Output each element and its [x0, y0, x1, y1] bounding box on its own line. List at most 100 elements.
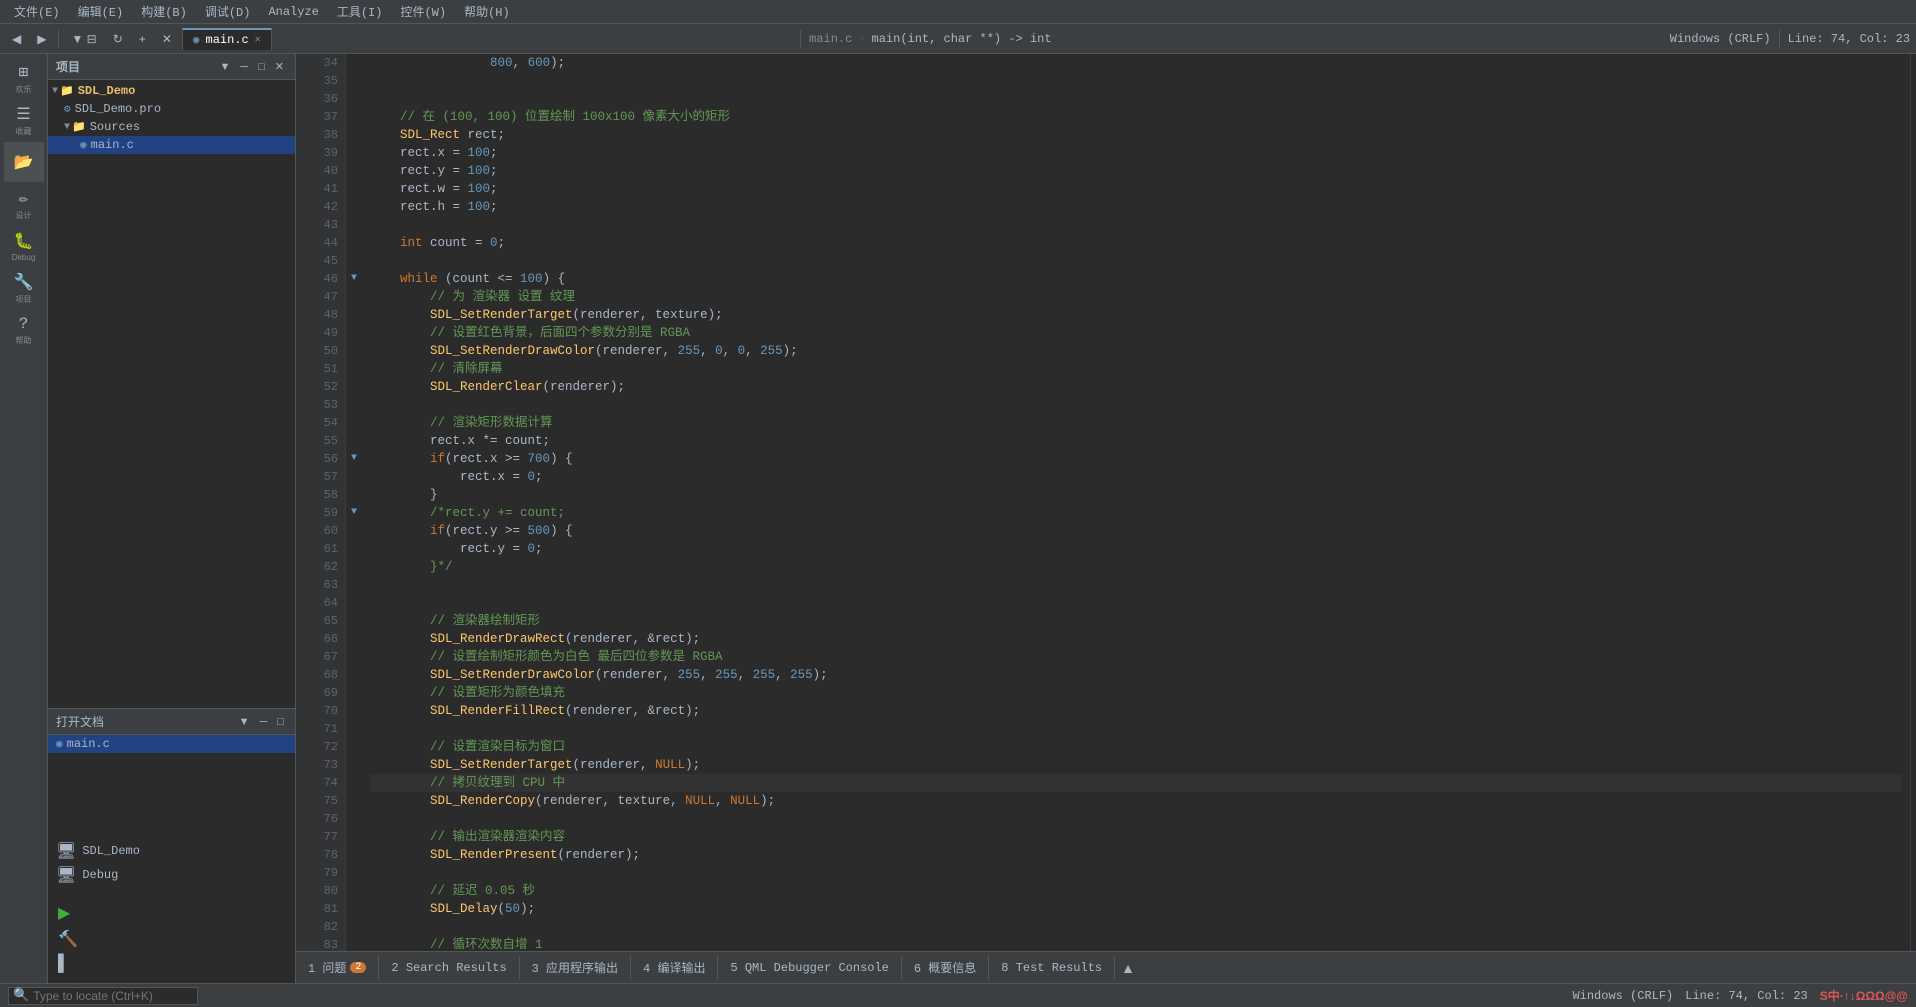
line-number-70[interactable]: 70 [296, 702, 346, 720]
bottom-tab-compile[interactable]: 4 编译输出 [631, 955, 718, 980]
line-number-44[interactable]: 44 [296, 234, 346, 252]
tree-item-main-c[interactable]: ◉ main.c [48, 136, 295, 154]
menu-help[interactable]: 帮助(H) [456, 1, 518, 22]
project-minimize-btn[interactable]: ─ [237, 60, 251, 73]
line-number-34[interactable]: 34 [296, 54, 346, 72]
line-number-63[interactable]: 63 [296, 576, 346, 594]
sidebar-icon-favorites[interactable]: ☰ 收藏 [4, 100, 44, 140]
open-files-maximize-btn[interactable]: □ [274, 716, 287, 728]
fold-indicator-56[interactable]: ▼ [346, 450, 362, 468]
line-number-61[interactable]: 61 [296, 540, 346, 558]
project-maximize-btn[interactable]: □ [255, 60, 268, 73]
sidebar-icon-design[interactable]: ✏ 设计 [4, 184, 44, 224]
bottom-tab-app-output[interactable]: 3 应用程序输出 [520, 955, 631, 980]
menu-file[interactable]: 文件(E) [6, 1, 68, 22]
menu-build[interactable]: 构建(B) [133, 1, 195, 22]
line-number-39[interactable]: 39 [296, 144, 346, 162]
tree-item-sources[interactable]: ▼ 📁 Sources [48, 118, 295, 136]
menu-analyze[interactable]: Analyze [260, 3, 326, 21]
line-number-56[interactable]: 56 [296, 450, 346, 468]
line-number-55[interactable]: 55 [296, 432, 346, 450]
toolbar-sync-btn[interactable]: ↻ [107, 30, 129, 48]
line-number-36[interactable]: 36 [296, 90, 346, 108]
project-filter-btn[interactable]: ▼ [216, 60, 233, 73]
menu-edit[interactable]: 编辑(E) [70, 1, 132, 22]
line-number-69[interactable]: 69 [296, 684, 346, 702]
stop-btn[interactable]: ▌ [52, 953, 75, 975]
line-number-66[interactable]: 66 [296, 630, 346, 648]
toolbar-close-btn[interactable]: ✕ [156, 30, 178, 48]
tree-item-sdldemo[interactable]: ▼ 📁 SDL_Demo [48, 82, 295, 100]
line-number-45[interactable]: 45 [296, 252, 346, 270]
line-number-38[interactable]: 38 [296, 126, 346, 144]
line-number-57[interactable]: 57 [296, 468, 346, 486]
line-number-83[interactable]: 83 [296, 936, 346, 951]
line-number-54[interactable]: 54 [296, 414, 346, 432]
line-number-37[interactable]: 37 [296, 108, 346, 126]
line-number-35[interactable]: 35 [296, 72, 346, 90]
bottom-tab-problems[interactable]: 1 问题 2 [296, 955, 379, 980]
locate-input[interactable] [33, 989, 193, 1003]
bottom-tab-qml[interactable]: 5 QML Debugger Console [718, 957, 901, 979]
line-number-71[interactable]: 71 [296, 720, 346, 738]
line-number-73[interactable]: 73 [296, 756, 346, 774]
bottom-tab-search[interactable]: 2 Search Results [379, 957, 519, 979]
open-files-minimize-btn[interactable]: ─ [257, 716, 271, 728]
line-number-64[interactable]: 64 [296, 594, 346, 612]
line-number-60[interactable]: 60 [296, 522, 346, 540]
toolbar-back-btn[interactable]: ◀ [6, 30, 27, 48]
line-number-76[interactable]: 76 [296, 810, 346, 828]
open-file-main-c[interactable]: ◉ main.c [48, 735, 295, 753]
project-close-btn[interactable]: ✕ [272, 60, 287, 73]
line-number-77[interactable]: 77 [296, 828, 346, 846]
line-number-47[interactable]: 47 [296, 288, 346, 306]
tab-close-btn[interactable]: ✕ [255, 34, 261, 46]
line-number-46[interactable]: 46 [296, 270, 346, 288]
menu-controls[interactable]: 控件(W) [392, 1, 454, 22]
sidebar-icon-project[interactable]: 📂 [4, 142, 44, 182]
code-content[interactable]: 800, 600); // 在 (100, 100) 位置绘制 100x100 … [362, 54, 1910, 951]
menu-tools[interactable]: 工具(I) [329, 1, 391, 22]
open-files-filter-btn[interactable]: ▼ [236, 716, 253, 728]
line-number-72[interactable]: 72 [296, 738, 346, 756]
sidebar-icon-help[interactable]: ? 帮助 [4, 310, 44, 350]
sidebar-icon-project2[interactable]: 🔧 项目 [4, 268, 44, 308]
line-number-42[interactable]: 42 [296, 198, 346, 216]
line-number-41[interactable]: 41 [296, 180, 346, 198]
line-number-50[interactable]: 50 [296, 342, 346, 360]
line-number-48[interactable]: 48 [296, 306, 346, 324]
toolbar-filter-btn[interactable]: ▼ ⊟ [65, 30, 102, 48]
bottom-tab-summary[interactable]: 6 概要信息 [902, 955, 989, 980]
line-number-80[interactable]: 80 [296, 882, 346, 900]
line-number-53[interactable]: 53 [296, 396, 346, 414]
fold-indicator-59[interactable]: ▼ [346, 504, 362, 522]
line-number-78[interactable]: 78 [296, 846, 346, 864]
run-btn[interactable]: ▶ [52, 901, 76, 925]
line-number-81[interactable]: 81 [296, 900, 346, 918]
line-number-65[interactable]: 65 [296, 612, 346, 630]
editor-tab-main-c[interactable]: ◉ main.c ✕ [182, 28, 272, 50]
build-btn[interactable]: 🔨 [52, 927, 84, 951]
line-number-62[interactable]: 62 [296, 558, 346, 576]
line-number-75[interactable]: 75 [296, 792, 346, 810]
line-number-82[interactable]: 82 [296, 918, 346, 936]
bottom-panel-up-btn[interactable]: ▲ [1115, 958, 1141, 978]
sidebar-icon-welcome[interactable]: ⊞ 欢乐 [4, 58, 44, 98]
line-number-58[interactable]: 58 [296, 486, 346, 504]
tree-item-sdldemo-pro[interactable]: ⚙ SDL_Demo.pro [48, 100, 295, 118]
bottom-tab-test[interactable]: 8 Test Results [989, 957, 1115, 979]
fold-indicator-46[interactable]: ▼ [346, 270, 362, 288]
line-number-67[interactable]: 67 [296, 648, 346, 666]
line-number-49[interactable]: 49 [296, 324, 346, 342]
line-number-59[interactable]: 59 [296, 504, 346, 522]
line-number-51[interactable]: 51 [296, 360, 346, 378]
line-number-74[interactable]: 74 [296, 774, 346, 792]
line-number-40[interactable]: 40 [296, 162, 346, 180]
menu-debug[interactable]: 调试(D) [197, 1, 259, 22]
status-search[interactable]: 🔍 [8, 987, 198, 1005]
toolbar-forward-btn[interactable]: ▶ [31, 30, 52, 48]
line-number-52[interactable]: 52 [296, 378, 346, 396]
sidebar-icon-debug[interactable]: 🐛 Debug [4, 226, 44, 266]
line-number-43[interactable]: 43 [296, 216, 346, 234]
toolbar-new-btn[interactable]: + [133, 30, 152, 48]
